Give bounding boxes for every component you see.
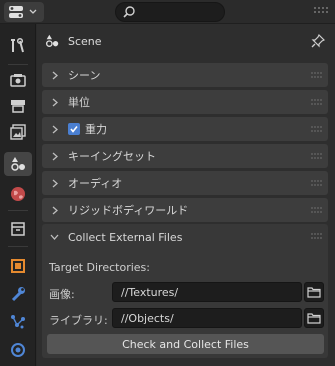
drag-grip-icon[interactable]: [310, 179, 322, 187]
collection-icon: [9, 220, 27, 238]
tab-scene[interactable]: [4, 152, 32, 176]
world-icon: [9, 185, 27, 203]
chevron-right-icon: [50, 98, 60, 107]
options-grip-icon[interactable]: [312, 5, 330, 15]
target-directories-label: Target Directories:: [49, 261, 150, 274]
top-bar: [0, 0, 335, 24]
tab-tool[interactable]: [4, 34, 32, 58]
panel-keying-sets[interactable]: キーイングセット: [42, 144, 328, 168]
editor-type-dropdown[interactable]: [4, 2, 44, 22]
panel-label: 単位: [68, 96, 90, 109]
modifier-icon: [9, 285, 27, 303]
divider: [8, 246, 28, 247]
tab-collection[interactable]: [4, 217, 32, 241]
tab-physics[interactable]: [4, 338, 32, 362]
tab-render[interactable]: [4, 68, 32, 92]
library-dir-field[interactable]: //Objects/: [112, 308, 302, 328]
search-input[interactable]: [115, 2, 225, 22]
page-title: Scene: [68, 34, 102, 48]
chevron-down-icon: [50, 234, 60, 240]
chevron-right-icon: [50, 71, 60, 80]
chevron-right-icon: [50, 206, 60, 215]
drag-grip-icon[interactable]: [310, 152, 322, 160]
folder-icon: [307, 286, 321, 298]
panel-label: 重力: [85, 123, 107, 136]
context-header: Scene: [37, 24, 335, 58]
editor-type-icon: [8, 5, 26, 19]
search-icon: [122, 5, 136, 19]
library-folder-button[interactable]: [304, 308, 324, 328]
chevron-right-icon: [50, 179, 60, 188]
tab-particles[interactable]: [4, 310, 32, 334]
chevron-right-icon: [50, 125, 60, 134]
scene-icon: [44, 33, 60, 49]
object-icon: [9, 257, 27, 275]
pin-icon[interactable]: [311, 34, 325, 48]
panel-label: キーイングセット: [68, 150, 156, 163]
image-dir-label: 画像:: [49, 288, 75, 301]
drag-grip-icon[interactable]: [310, 232, 322, 240]
gravity-checkbox[interactable]: [68, 123, 80, 135]
tab-object[interactable]: [4, 254, 32, 278]
tab-view-layer[interactable]: [4, 120, 32, 144]
panel-scene[interactable]: シーン: [42, 63, 328, 87]
check-and-collect-button[interactable]: Check and Collect Files: [47, 334, 324, 354]
view-layer-icon: [9, 123, 27, 141]
drag-grip-icon[interactable]: [310, 98, 322, 106]
properties-editor: Scene シーン 単位 重力 キーイングセット オーディオ リジッドボディワー…: [37, 24, 335, 366]
panel-collect-external-files: Collect External Files Target Directorie…: [42, 224, 328, 358]
divider: [8, 64, 28, 65]
panel-label: リジッドボディワールド: [68, 204, 189, 217]
drag-grip-icon[interactable]: [310, 71, 322, 79]
tab-output[interactable]: [4, 94, 32, 118]
tool-icon: [9, 37, 27, 55]
properties-tabs: [0, 24, 36, 366]
output-icon: [9, 97, 27, 115]
folder-icon: [307, 312, 321, 324]
scene-icon: [9, 155, 27, 173]
panel-audio[interactable]: オーディオ: [42, 171, 328, 195]
particles-icon: [9, 313, 27, 331]
image-dir-field[interactable]: //Textures/: [112, 282, 302, 302]
chevron-down-icon: [29, 9, 37, 15]
panel-label: シーン: [68, 69, 101, 82]
render-icon: [9, 71, 27, 89]
drag-grip-icon[interactable]: [310, 125, 322, 133]
panel-rigid-body-world[interactable]: リジッドボディワールド: [42, 198, 328, 222]
panel-header[interactable]: Collect External Files: [42, 224, 328, 250]
panel-gravity[interactable]: 重力: [42, 117, 328, 141]
image-folder-button[interactable]: [304, 282, 324, 302]
panel-units[interactable]: 単位: [42, 90, 328, 114]
tab-modifiers[interactable]: [4, 282, 32, 306]
library-dir-label: ライブラリ:: [49, 314, 108, 327]
panel-label: Collect External Files: [68, 230, 183, 244]
divider: [8, 210, 28, 211]
physics-icon: [9, 341, 27, 359]
chevron-right-icon: [50, 152, 60, 161]
panel-label: オーディオ: [68, 177, 123, 190]
tab-world[interactable]: [4, 182, 32, 206]
drag-grip-icon[interactable]: [310, 206, 322, 214]
